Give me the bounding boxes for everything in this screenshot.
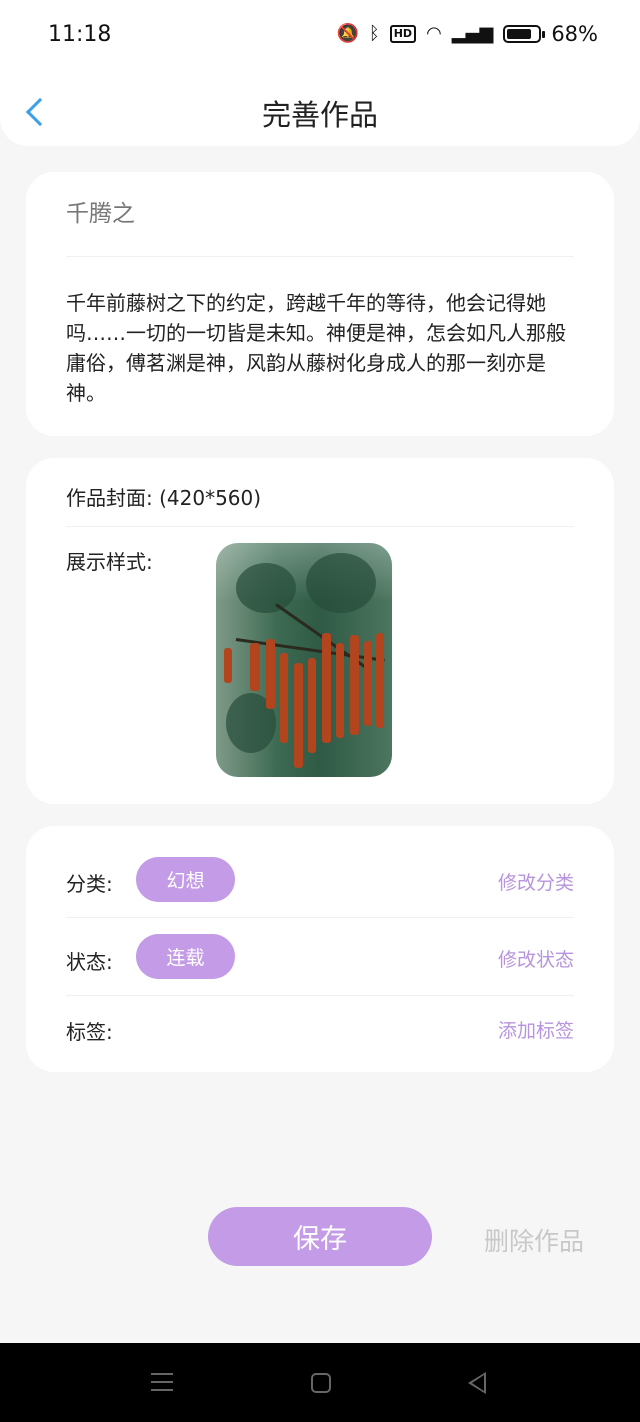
- status-bar: 11:18 🔕 ᛒ HD ◠ ▂▄▆ 68%: [0, 0, 640, 72]
- mute-bell-icon: 🔕: [336, 23, 359, 44]
- ribbon: [224, 648, 232, 683]
- add-tag-link[interactable]: 添加标签: [498, 1016, 574, 1043]
- status-pill: 连载: [136, 934, 235, 979]
- status-time: 11:18: [48, 22, 112, 47]
- ribbon: [322, 633, 331, 743]
- delete-work-button[interactable]: 删除作品: [484, 1222, 584, 1258]
- foliage: [236, 563, 296, 613]
- meta-card: 分类: 幻想 修改分类 状态: 连载 修改状态 标签: 添加标签: [26, 826, 614, 1072]
- ribbon: [280, 653, 288, 743]
- edit-status-link[interactable]: 修改状态: [498, 945, 574, 972]
- home-icon[interactable]: [311, 1373, 331, 1393]
- 5g-signal-icon: ▂▄▆: [451, 23, 494, 44]
- ribbon: [376, 633, 384, 728]
- tags-label: 标签:: [66, 1020, 113, 1044]
- edit-category-link[interactable]: 修改分类: [498, 868, 574, 895]
- battery-percent: 68%: [551, 22, 598, 46]
- divider: [66, 917, 574, 918]
- ribbon: [364, 641, 372, 726]
- status-icons: 🔕 ᛒ HD ◠ ▂▄▆ 68%: [336, 22, 598, 46]
- ribbon: [350, 635, 359, 735]
- divider: [66, 995, 574, 996]
- divider: [66, 526, 574, 527]
- ribbon: [336, 643, 344, 738]
- bluetooth-icon: ᛒ: [368, 23, 380, 44]
- save-button[interactable]: 保存: [208, 1207, 432, 1266]
- ribbon: [308, 658, 316, 753]
- category-pill: 幻想: [136, 857, 235, 902]
- hd-icon: HD: [389, 25, 417, 43]
- category-label: 分类:: [66, 872, 113, 896]
- work-synopsis[interactable]: 千年前藤树之下的约定，跨越千年的等待，他会记得她吗……一切的一切皆是未知。神便是…: [66, 288, 570, 408]
- menu-icon[interactable]: [151, 1373, 173, 1391]
- ribbon: [294, 663, 303, 768]
- cover-image[interactable]: [216, 543, 392, 777]
- work-title[interactable]: 千腾之: [66, 194, 135, 228]
- display-style-label: 展示样式:: [66, 550, 153, 574]
- page-title: 完善作品: [261, 98, 378, 132]
- cover-card: 作品封面: (420*560) 展示样式:: [26, 458, 614, 804]
- cover-label: 作品封面: (420*560): [66, 486, 262, 510]
- ribbon: [250, 643, 260, 691]
- work-info-card: 千腾之 千年前藤树之下的约定，跨越千年的等待，他会记得她吗……一切的一切皆是未知…: [26, 172, 614, 436]
- header-bar: 11:18 🔕 ᛒ HD ◠ ▂▄▆ 68% 完善作品: [0, 0, 640, 146]
- system-nav-bar: [0, 1343, 640, 1422]
- ribbon: [266, 639, 275, 709]
- divider: [66, 256, 574, 257]
- back-triangle-icon[interactable]: [468, 1372, 486, 1394]
- foliage: [306, 553, 376, 613]
- status-label: 状态:: [66, 950, 113, 974]
- wifi-icon: ◠: [426, 23, 442, 44]
- battery-icon: [503, 25, 546, 43]
